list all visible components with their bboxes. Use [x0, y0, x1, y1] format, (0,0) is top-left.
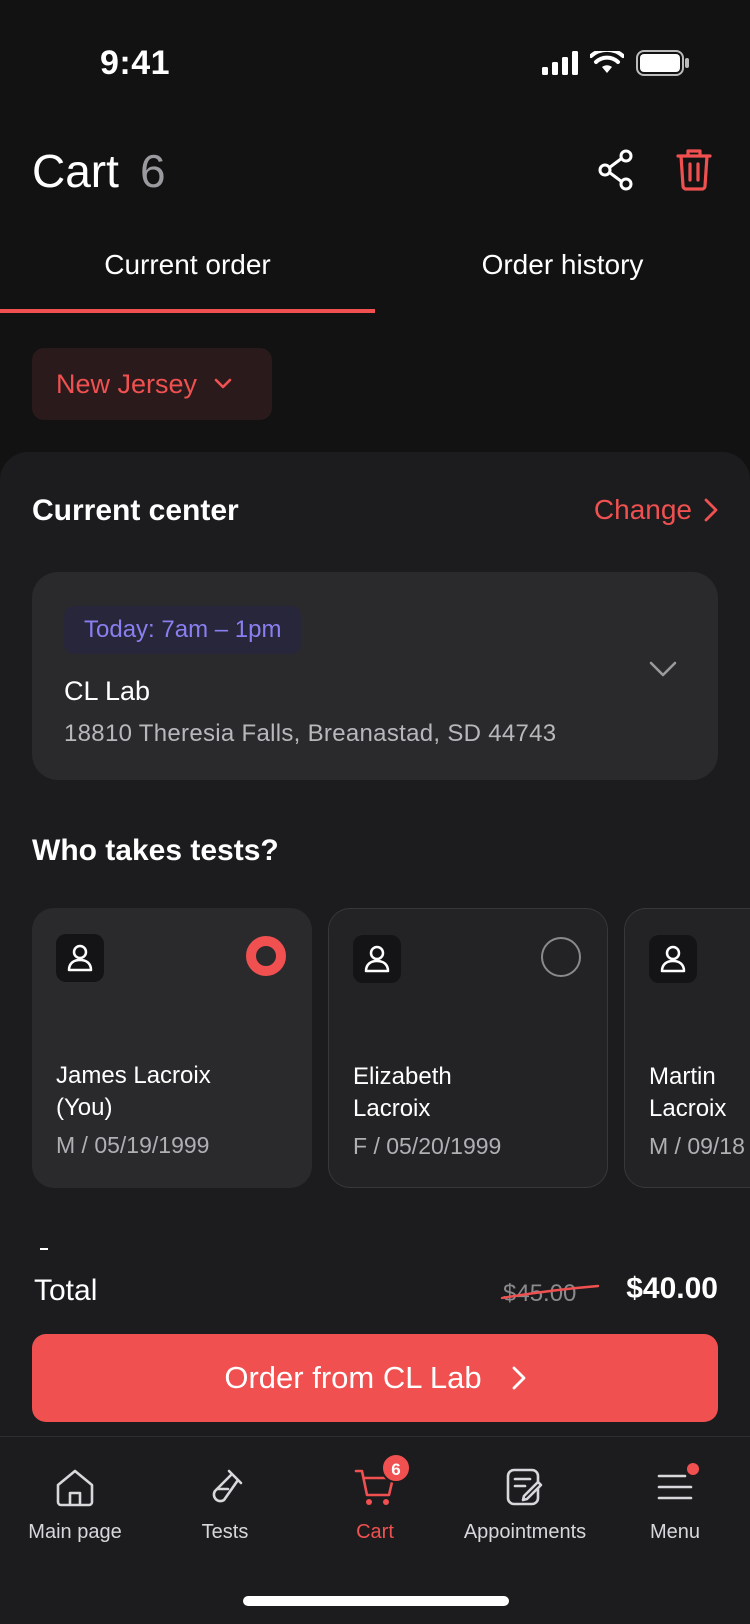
- change-center-link[interactable]: Change: [594, 494, 718, 526]
- home-indicator: [243, 1596, 509, 1606]
- chevron-right-icon: [704, 498, 718, 522]
- patient-name-line: James Lacroix: [56, 1062, 211, 1089]
- appointments-icon: [506, 1468, 543, 1506]
- patient-radio[interactable]: [541, 937, 581, 977]
- avatar: [56, 934, 104, 982]
- state-dropdown[interactable]: New Jersey: [32, 348, 272, 420]
- tabbar-label: Menu: [649, 1521, 701, 1543]
- hours-badge: Today: 7am – 1pm: [64, 606, 302, 654]
- avatar: [353, 935, 401, 983]
- patient-name-line: (You): [56, 1094, 113, 1121]
- page-title: Cart: [32, 145, 119, 197]
- patient-radio-selected[interactable]: [246, 936, 286, 976]
- status-icons: [542, 50, 690, 76]
- patient-name-line: Lacroix: [353, 1095, 431, 1122]
- tabbar-label: Tests: [201, 1521, 249, 1543]
- share-icon[interactable]: [596, 148, 636, 192]
- header: Cart 6: [0, 130, 750, 230]
- patient-card[interactable]: James Lacroix (You) M / 05/19/1999: [32, 908, 312, 1188]
- notification-dot: [687, 1463, 699, 1475]
- patient-info: M / 09/18: [649, 1133, 745, 1159]
- avatar: [649, 935, 697, 983]
- tabbar-label: Cart: [356, 1521, 394, 1543]
- patient-info: M / 05/19/1999: [56, 1132, 210, 1158]
- chevron-down-icon: [214, 378, 232, 389]
- state-dropdown-value: New Jersey: [56, 368, 198, 399]
- patient-name-line: Elizabeth: [353, 1063, 452, 1090]
- cart-icon-wrap: 6: [353, 1453, 411, 1509]
- strikethrough-mark: [500, 1284, 600, 1300]
- patient-list: James Lacroix (You) M / 05/19/1999 Eliza…: [32, 908, 750, 1188]
- status-bar: 9:41: [0, 0, 750, 130]
- center-address: 18810 Theresia Falls, Breanastad, SD 447…: [64, 720, 557, 747]
- total-price: $40.00: [626, 1272, 718, 1305]
- tabbar-item-cart[interactable]: 6 Cart: [300, 1437, 450, 1577]
- tab-active-indicator: [0, 309, 375, 313]
- signal-icon: [542, 51, 578, 75]
- patient-name: James Lacroix (You): [56, 1060, 296, 1124]
- chevron-right-icon: [512, 1366, 526, 1390]
- divider-mark: [40, 1248, 48, 1250]
- tab-order-history[interactable]: Order history: [375, 235, 750, 315]
- tabbar-item-appointments[interactable]: Appointments: [450, 1437, 600, 1577]
- tab-current-order[interactable]: Current order: [0, 235, 375, 315]
- user-icon: [660, 945, 686, 973]
- trash-icon[interactable]: [674, 146, 714, 192]
- chevron-down-icon[interactable]: [648, 654, 678, 684]
- patient-name-line: Lacroix: [649, 1095, 727, 1122]
- cart-item-count: 6: [140, 145, 166, 197]
- order-tabs: Current order Order history: [0, 235, 750, 315]
- user-icon: [67, 944, 93, 972]
- tabbar-item-main-page[interactable]: Main page: [0, 1437, 150, 1577]
- patient-name: Elizabeth Lacroix: [353, 1061, 593, 1125]
- patient-info: F / 05/20/1999: [353, 1133, 502, 1159]
- order-button-label: Order from CL Lab: [224, 1360, 482, 1395]
- order-button[interactable]: Order from CL Lab: [32, 1334, 718, 1422]
- patient-card[interactable]: Martin Lacroix M / 09/18: [624, 908, 750, 1188]
- tabbar-item-tests[interactable]: Tests: [150, 1437, 300, 1577]
- status-time: 9:41: [100, 44, 171, 82]
- test-tube-icon: [212, 1469, 243, 1503]
- tabbar-label: Main page: [28, 1521, 122, 1543]
- current-center-title: Current center: [32, 494, 239, 527]
- who-takes-tests-title: Who takes tests?: [32, 834, 279, 867]
- battery-icon: [636, 50, 689, 76]
- menu-icon-wrap: [653, 1463, 699, 1509]
- tabbar-label: Appointments: [463, 1521, 587, 1543]
- home-icon: [56, 1469, 94, 1507]
- change-center-label: Change: [593, 494, 692, 525]
- wifi-icon: [590, 51, 624, 73]
- patient-name: Martin Lacroix: [649, 1061, 750, 1125]
- patient-name-line: Martin: [649, 1063, 716, 1090]
- center-card[interactable]: Today: 7am – 1pm CL Lab 18810 Theresia F…: [32, 572, 718, 780]
- tabbar-item-menu[interactable]: Menu: [600, 1437, 750, 1577]
- total-label: Total: [34, 1274, 98, 1307]
- patient-card[interactable]: Elizabeth Lacroix F / 05/20/1999: [328, 908, 608, 1188]
- cart-badge: 6: [381, 1453, 411, 1483]
- center-name: CL Lab: [64, 676, 151, 706]
- user-icon: [364, 945, 390, 973]
